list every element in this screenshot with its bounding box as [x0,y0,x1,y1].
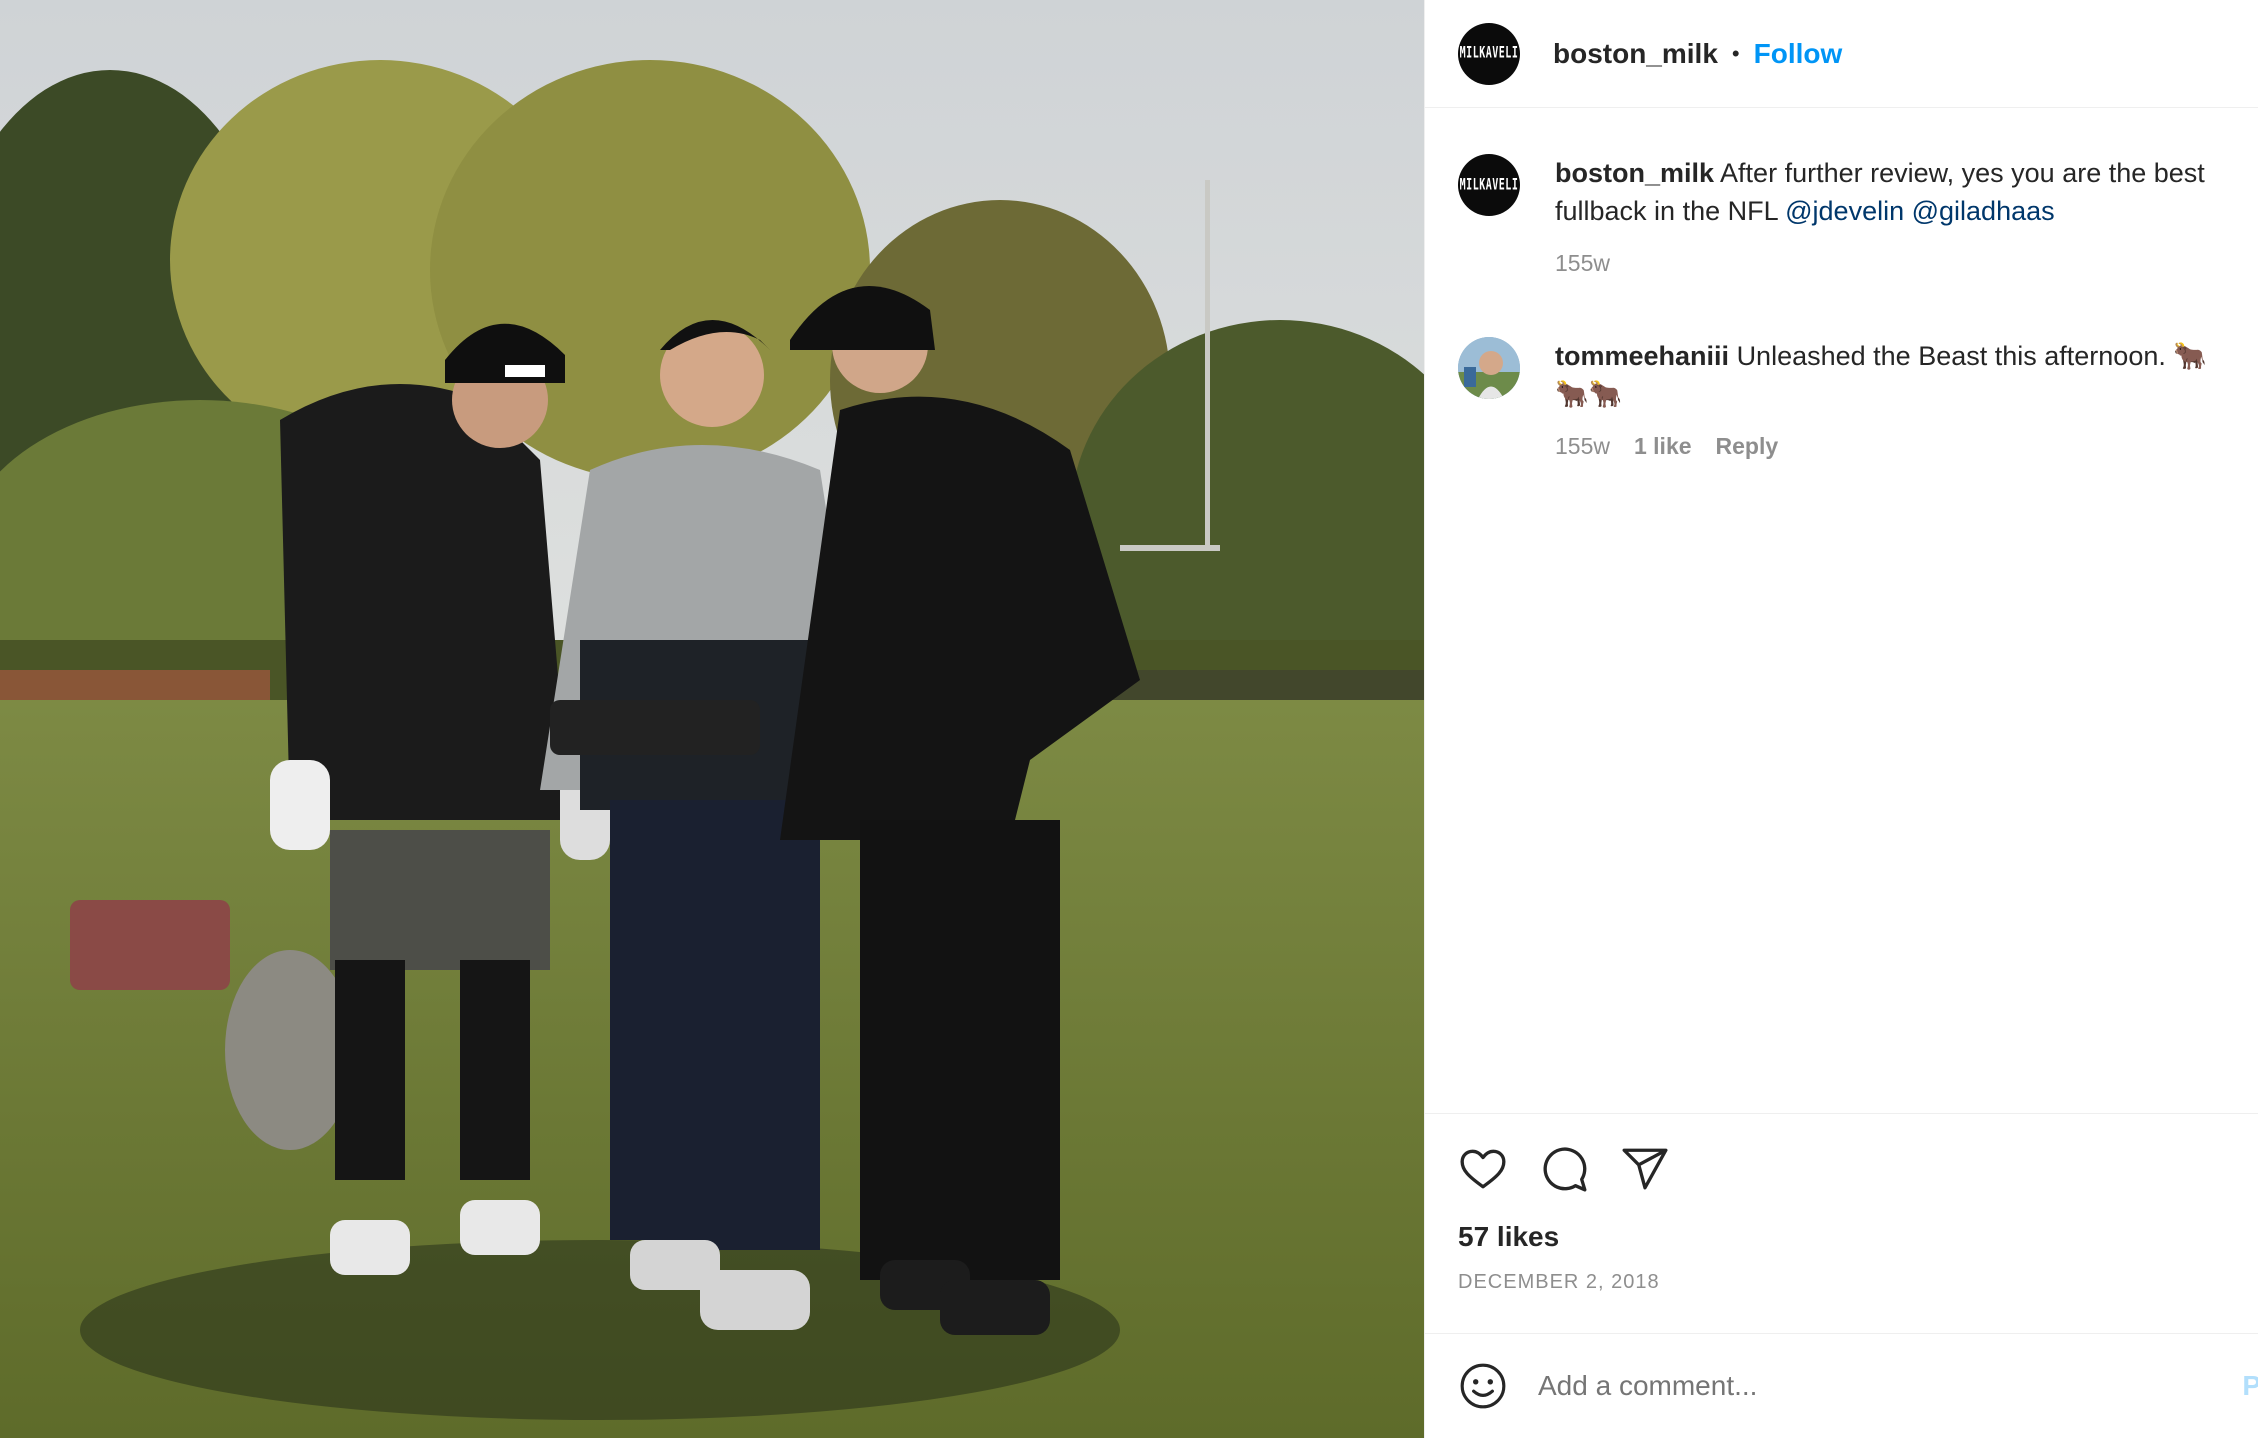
comment-item: tommeehaniii Unleashed the Beast this af… [1458,337,2258,460]
tackling-pad [70,900,230,990]
comment-username[interactable]: tommeehaniii [1555,341,1729,371]
likes-count[interactable]: 57 likes [1458,1221,2258,1253]
post-actions: 57 likes DECEMBER 2, 2018 [1425,1113,2258,1333]
smiley-icon[interactable] [1458,1361,1508,1411]
comment-body-line2: 🐂🐂 [1555,379,1623,409]
commenter-avatar[interactable] [1458,337,1520,399]
goal-post [1205,180,1210,550]
comment-body: Unleashed the Beast this afternoon. 🐂 [1736,341,2207,371]
caption-text: boston_milk After further review, yes yo… [1555,154,2255,230]
paper-plane-icon[interactable] [1620,1144,1670,1194]
mention-link[interactable]: @jdevelin [1785,196,1904,226]
post-header: MILKAVELI boston_milk • Follow [1425,0,2258,108]
post-date[interactable]: DECEMBER 2, 2018 [1458,1271,2258,1294]
post-comment-button[interactable]: P [2242,1370,2258,1402]
caption: MILKAVELI boston_milk After further revi… [1458,154,2258,277]
header-username[interactable]: boston_milk [1553,38,1718,70]
comment-bubble-icon[interactable] [1539,1144,1589,1194]
header-separator: • [1731,40,1740,66]
comment-likes[interactable]: 1 like [1634,433,1692,460]
action-icons [1458,1142,2258,1196]
caption-avatar[interactable]: MILKAVELI [1458,154,1520,216]
caption-age[interactable]: 155w [1555,250,1610,277]
heart-icon[interactable] [1458,1144,1508,1194]
post-photo[interactable] [0,0,1424,1438]
mention-link[interactable]: @giladhaas [1912,196,2055,226]
avatar-logo-text: MILKAVELI [1459,44,1519,63]
post-side-panel: MILKAVELI boston_milk • Follow MILKAVELI… [1424,0,2258,1438]
reply-button[interactable]: Reply [1716,433,1779,460]
post-photo-illustration [0,0,1424,1438]
comment-input[interactable] [1538,1370,2138,1402]
add-comment-bar: P [1425,1333,2258,1438]
caption-username[interactable]: boston_milk [1555,158,1714,188]
avatar-logo-text: MILKAVELI [1459,176,1519,194]
comment-age[interactable]: 155w [1555,433,1610,460]
comment-text: tommeehaniii Unleashed the Beast this af… [1555,337,2255,413]
account-avatar[interactable]: MILKAVELI [1458,22,1520,85]
follow-button[interactable]: Follow [1754,38,1843,70]
commenter-avatar-image [1458,337,1520,399]
comments-section[interactable]: MILKAVELI boston_milk After further revi… [1425,108,2258,1113]
comment-meta: 155w 1 like Reply [1555,433,2255,460]
caption-meta: 155w [1555,250,2255,277]
